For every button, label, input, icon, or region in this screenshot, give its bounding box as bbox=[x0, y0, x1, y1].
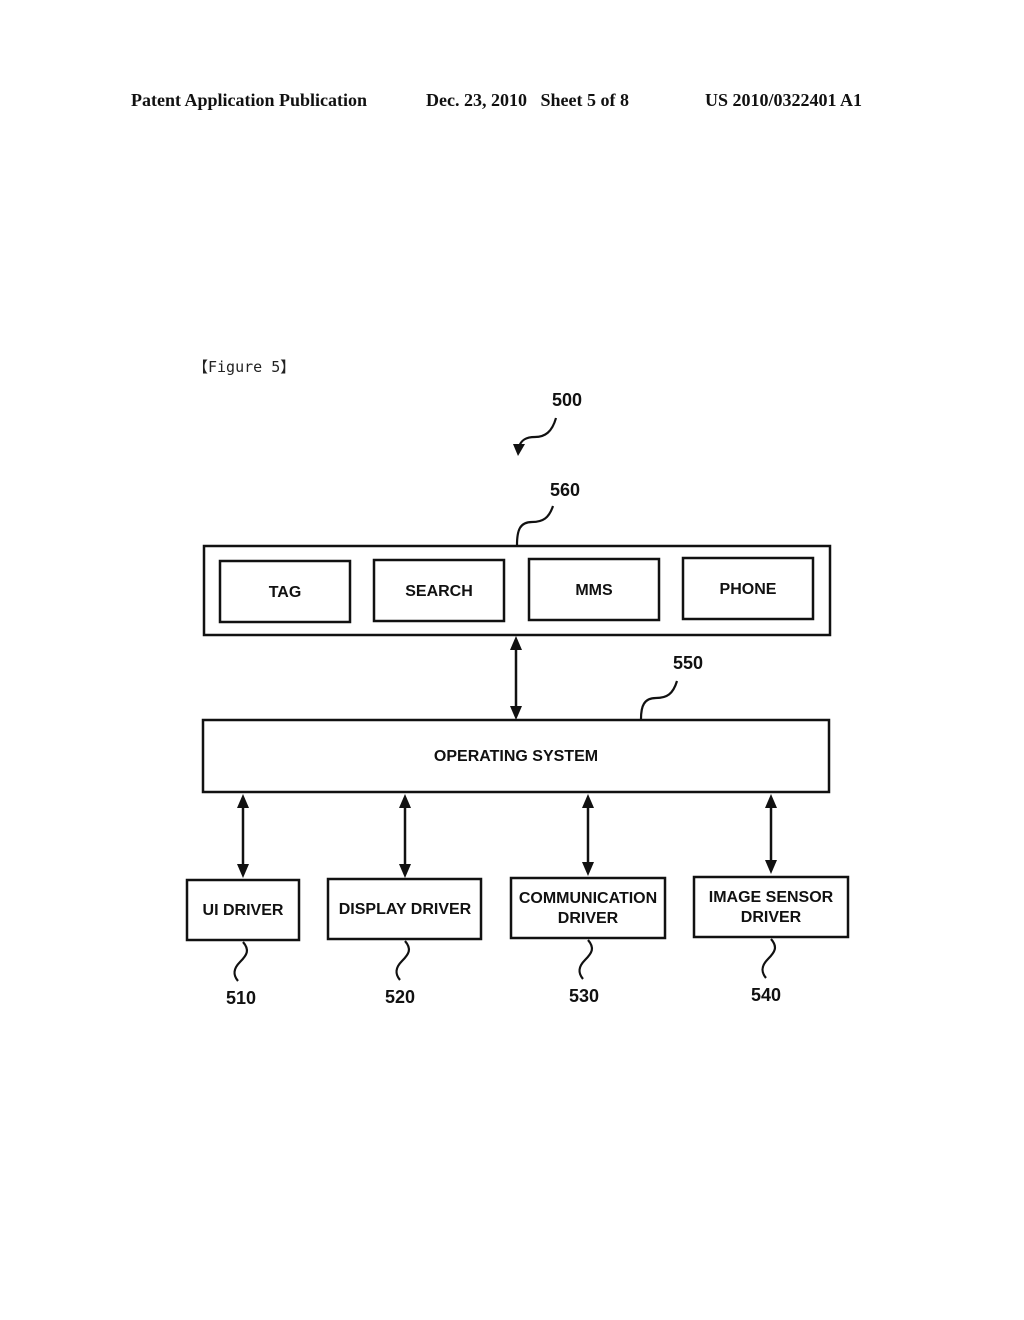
driver-label-display: DISPLAY DRIVER bbox=[339, 901, 472, 918]
ref-560-leader bbox=[515, 505, 555, 546]
ref-520: 520 bbox=[385, 987, 415, 1007]
ref-510: 510 bbox=[226, 988, 256, 1008]
app-box-search: SEARCH bbox=[372, 558, 506, 623]
operating-system-box: OPERATING SYSTEM bbox=[201, 718, 831, 794]
driver-label-ui: UI DRIVER bbox=[203, 902, 284, 919]
app-box-phone: PHONE bbox=[681, 556, 815, 621]
driver-label-image-sensor-line2: DRIVER bbox=[741, 909, 802, 926]
ref-540-leader bbox=[761, 938, 777, 979]
app-label-tag: TAG bbox=[269, 584, 302, 601]
arrow-os-display-driver bbox=[399, 794, 411, 878]
driver-label-image-sensor-line1: IMAGE SENSOR bbox=[709, 889, 834, 906]
ref-550-leader bbox=[639, 680, 679, 720]
arrow-os-communication-driver bbox=[582, 794, 594, 876]
arrow-os-ui-driver bbox=[237, 794, 249, 878]
ref-540: 540 bbox=[751, 985, 781, 1005]
app-label-mms: MMS bbox=[575, 582, 613, 599]
app-label-phone: PHONE bbox=[720, 581, 777, 598]
ref-510-leader bbox=[233, 941, 249, 982]
driver-label-communication-line1: COMMUNICATION bbox=[519, 890, 657, 907]
app-box-mms: MMS bbox=[527, 557, 661, 622]
arrow-app-os bbox=[510, 636, 522, 720]
ref-560: 560 bbox=[550, 480, 580, 500]
ref-500-arrowhead bbox=[513, 444, 525, 456]
driver-box-ui: UI DRIVER bbox=[185, 878, 301, 942]
ref-550: 550 bbox=[673, 653, 703, 673]
block-diagram: 500 560 TAG SEARCH MMS PHONE 550 OPERATI… bbox=[185, 390, 850, 1008]
operating-system-label: OPERATING SYSTEM bbox=[434, 748, 598, 765]
driver-box-image-sensor: IMAGE SENSOR DRIVER bbox=[692, 875, 850, 939]
ref-530: 530 bbox=[569, 986, 599, 1006]
app-label-search: SEARCH bbox=[405, 583, 473, 600]
ref-530-leader bbox=[578, 939, 594, 980]
ref-500: 500 bbox=[552, 390, 582, 410]
app-box-tag: TAG bbox=[218, 559, 352, 624]
driver-label-communication-line2: DRIVER bbox=[558, 910, 619, 927]
driver-box-display: DISPLAY DRIVER bbox=[326, 877, 483, 941]
ref-500-leader bbox=[517, 417, 558, 448]
arrow-os-image-sensor-driver bbox=[765, 794, 777, 874]
driver-box-communication: COMMUNICATION DRIVER bbox=[509, 876, 667, 940]
ref-520-leader bbox=[395, 940, 411, 981]
